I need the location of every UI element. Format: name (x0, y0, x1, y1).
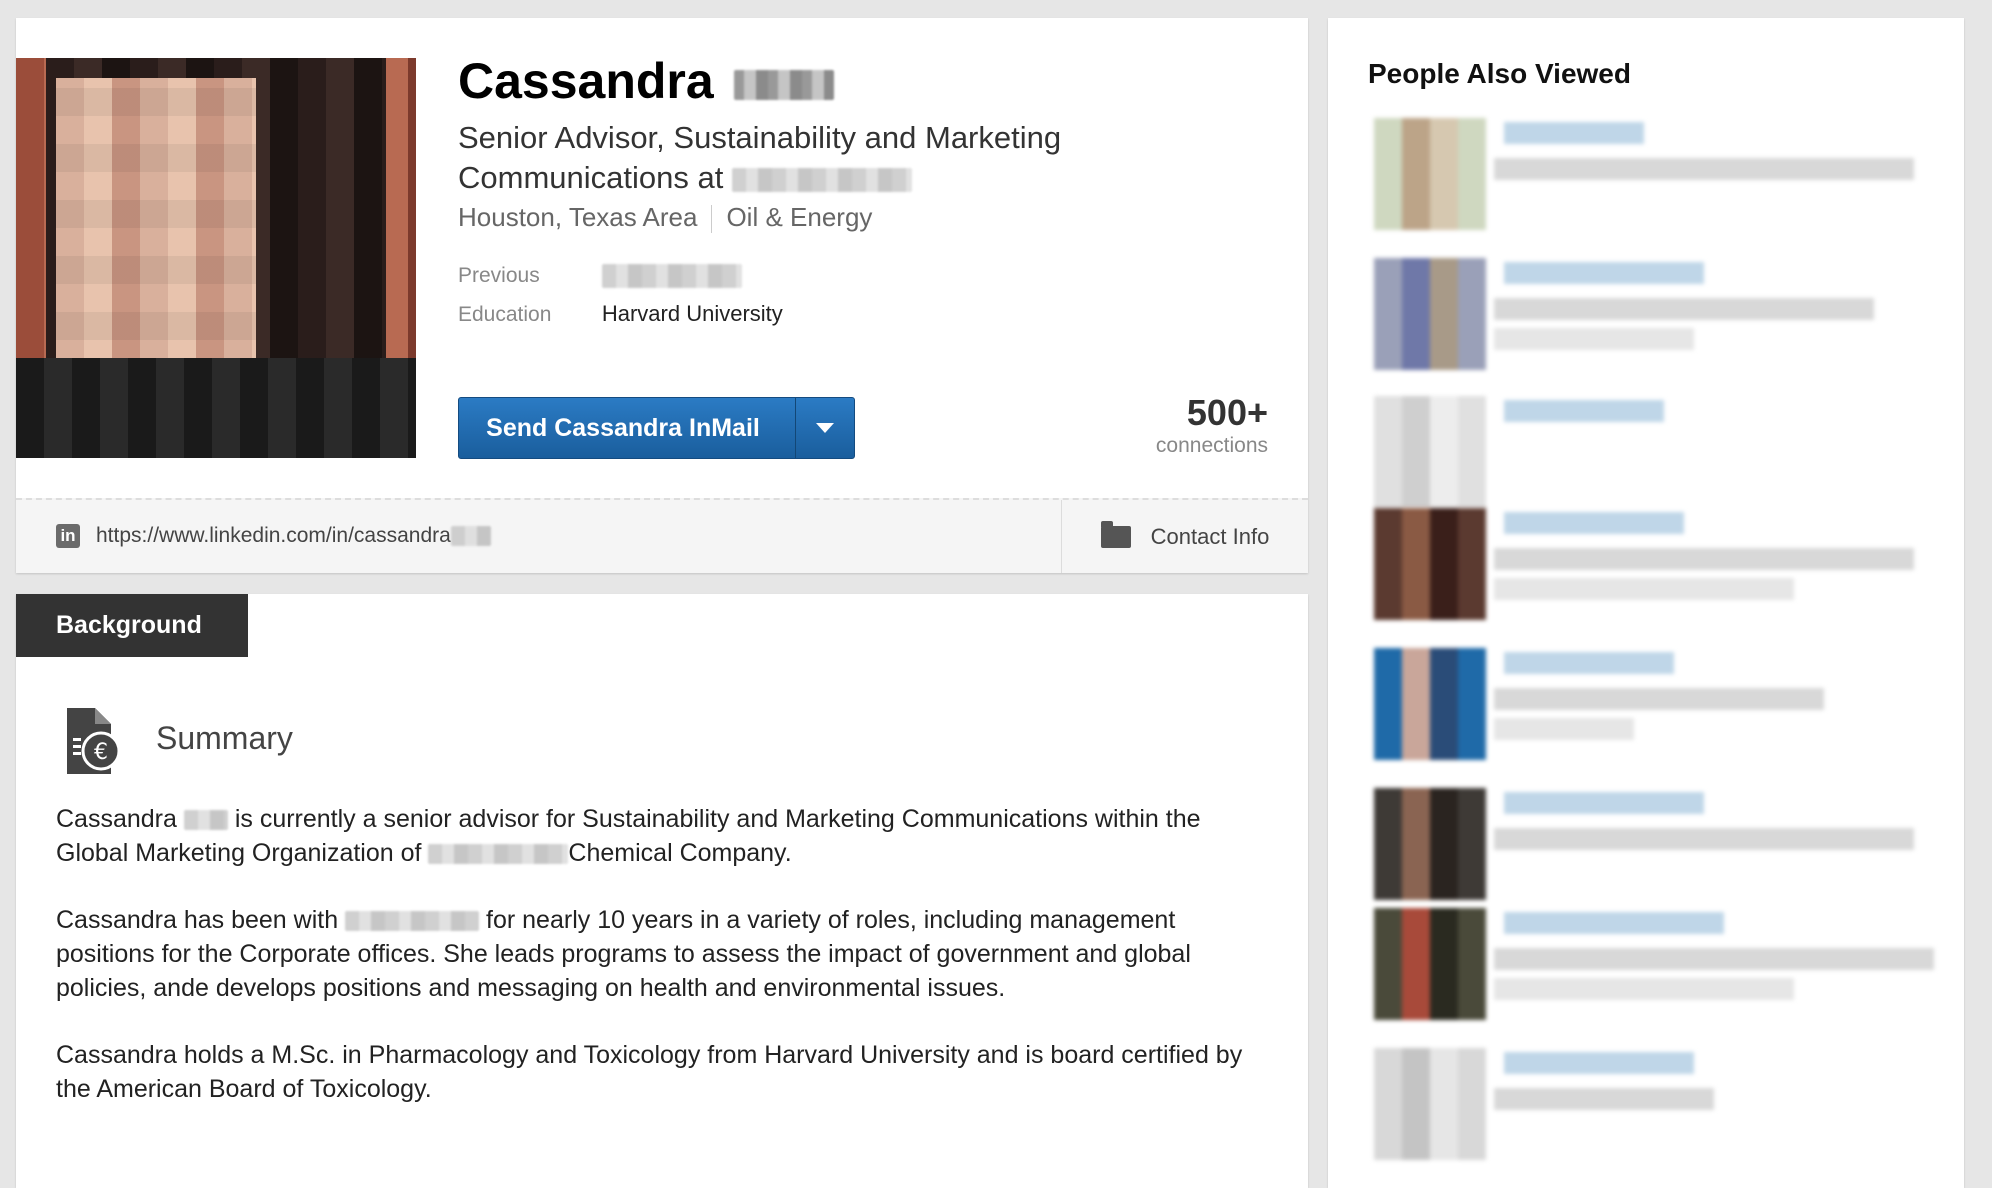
redacted-name (1504, 512, 1684, 534)
profile-name: Cassandra (458, 52, 834, 110)
redacted-company (428, 844, 569, 865)
list-item[interactable] (1374, 1048, 1934, 1160)
avatar (1374, 508, 1486, 620)
summary-p2-start: Cassandra has been with (56, 906, 339, 934)
redacted-last-name (733, 69, 834, 100)
list-item[interactable] (1374, 396, 1934, 508)
redacted-name (1504, 262, 1704, 284)
profile-url-text: https://www.linkedin.com/in/cassandra (96, 524, 451, 547)
redacted-url-suffix (450, 526, 491, 547)
first-name: Cassandra (458, 53, 714, 109)
redacted-headline (1494, 158, 1914, 180)
industry-link[interactable]: Oil & Energy (726, 202, 872, 232)
avatar (1374, 788, 1486, 900)
background-card: Background € Summary Cassandra is curren… (16, 594, 1308, 1188)
redacted-location (1494, 718, 1634, 740)
connections-count: 500+ connections (1156, 392, 1268, 458)
redacted-headline (1494, 298, 1874, 320)
contact-info-button[interactable]: Contact Info (1061, 500, 1308, 573)
redacted-headline (1494, 828, 1914, 850)
avatar (1374, 1048, 1486, 1160)
summary-document-icon: € (67, 708, 121, 774)
redacted-location (1494, 328, 1694, 350)
photo-shoulder (16, 358, 416, 458)
redacted-company (345, 911, 480, 932)
summary-paragraph-2: Cassandra has been with for nearly 10 ye… (56, 903, 1276, 1005)
education-label: Education (458, 303, 552, 326)
list-item[interactable] (1374, 648, 1934, 760)
list-item[interactable] (1374, 258, 1934, 370)
folder-icon (1100, 520, 1131, 548)
profile-top-card: Cassandra Senior Advisor, Sustainability… (16, 18, 1308, 573)
redacted-name (1504, 912, 1724, 934)
redacted-last-name (183, 810, 228, 831)
avatar (1374, 258, 1486, 370)
redacted-headline (1494, 548, 1914, 570)
redacted-headline (1494, 948, 1934, 970)
education-value[interactable]: Harvard University (602, 301, 783, 326)
linkedin-icon: in (56, 524, 80, 548)
inmail-dropdown-toggle[interactable] (796, 423, 854, 433)
redacted-company (731, 167, 912, 192)
location-link[interactable]: Houston, Texas Area (458, 202, 697, 232)
education-row: Education Harvard University (458, 301, 783, 327)
inmail-label: Send Cassandra InMail (486, 413, 760, 442)
redacted-name (1504, 400, 1664, 422)
connections-number: 500+ (1186, 392, 1268, 433)
avatar (1374, 908, 1486, 1020)
summary-text: Cassandra is currently a senior advisor … (56, 802, 1276, 1139)
avatar (1374, 396, 1486, 508)
contact-info-label: Contact Info (1150, 523, 1270, 549)
public-profile-bar: in https://www.linkedin.com/in/cassandra… (16, 498, 1308, 573)
profile-headline: Senior Advisor, Sustainability and Marke… (458, 118, 1138, 198)
redacted-previous[interactable] (601, 264, 742, 289)
summary-p1-end: Chemical Company. (568, 839, 792, 867)
previous-row: Previous (458, 264, 742, 289)
background-tab[interactable]: Background (16, 594, 248, 657)
summary-paragraph-3: Cassandra holds a M.Sc. in Pharmacology … (56, 1041, 1243, 1103)
summary-p1-start: Cassandra (56, 805, 177, 833)
avatar (1374, 118, 1486, 230)
redacted-name (1504, 1052, 1694, 1074)
people-also-viewed-card: People Also Viewed (1328, 18, 1964, 1188)
avatar (1374, 648, 1486, 760)
redacted-headline (1494, 1088, 1714, 1110)
chevron-down-icon (816, 423, 834, 433)
separator (711, 205, 713, 234)
list-item[interactable] (1374, 908, 1934, 1020)
location-industry: Houston, Texas Area Oil & Energy (458, 202, 872, 234)
redacted-location (1494, 578, 1794, 600)
list-item[interactable] (1374, 788, 1934, 900)
redacted-name (1504, 792, 1704, 814)
connections-label: connections (1155, 434, 1268, 457)
profile-photo[interactable] (16, 58, 416, 458)
redacted-headline (1494, 688, 1824, 710)
redacted-location (1494, 978, 1794, 1000)
redacted-name (1504, 652, 1674, 674)
profile-url[interactable]: https://www.linkedin.com/in/cassandra (96, 524, 491, 548)
list-item[interactable] (1374, 118, 1934, 230)
people-also-viewed-title: People Also Viewed (1368, 58, 1631, 89)
list-item[interactable] (1374, 508, 1934, 620)
previous-label: Previous (458, 264, 540, 287)
summary-heading: Summary (156, 720, 293, 756)
svg-text:€: € (94, 740, 108, 765)
photo-face-pixelated (56, 78, 256, 368)
redacted-name (1504, 122, 1644, 144)
summary-paragraph-1: Cassandra is currently a senior advisor … (56, 802, 1276, 870)
send-inmail-button[interactable]: Send Cassandra InMail (458, 397, 855, 459)
